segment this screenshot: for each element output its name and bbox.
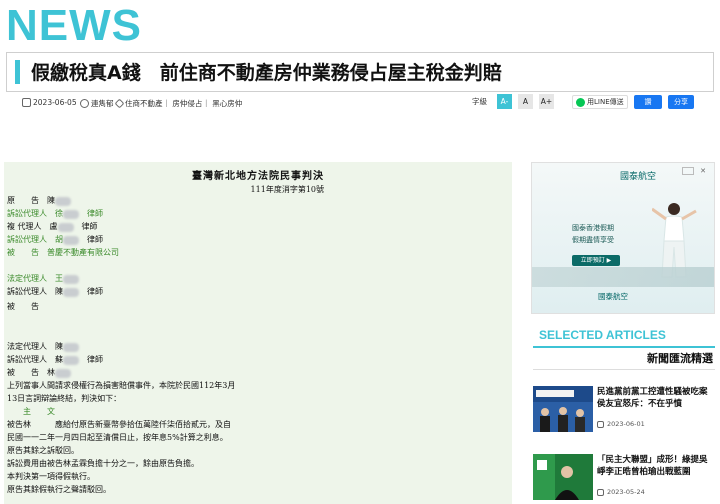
body-line: 訴訟費用由被告林孟霖負擔十分之一，餘由原告負擔。: [7, 459, 199, 468]
body-line: 主 文: [7, 407, 55, 416]
tag-icon: [114, 98, 125, 109]
body-line: 被告林 應給付原告新臺幣參拾伍萬陸仟柒佰拾貳元，及自: [7, 420, 231, 429]
body-line: 本判決第一項得假執行。: [7, 472, 95, 481]
press-conference-image: [533, 386, 593, 432]
party-line: 訴訟代理人 胡 律師: [7, 235, 103, 245]
case-number: 111年度消字第10號: [250, 185, 324, 194]
body-line: 原告其餘之訴駁回。: [7, 446, 79, 455]
article-thumbnail[interactable]: [533, 454, 593, 500]
line-share-button[interactable]: 用LINE傳送: [572, 95, 628, 109]
article-meta: 2023-06-05 連雋郁 住商不動產｜ 房仲侵占｜ 黑心房仲 字級 A- A…: [6, 92, 714, 114]
article-title[interactable]: 民進黨前黨工控遭性騷被吃案 侯友宜怒斥：不在乎憤: [597, 386, 715, 410]
redaction: [57, 222, 74, 232]
court-judgment-image: 臺灣新北地方法院民事判決 111年度消字第10號 原 告 陳 訴訟代理人 徐 律…: [4, 162, 512, 504]
party-line: 訴訟代理人 蘇 律師: [7, 355, 103, 365]
redaction: [63, 342, 79, 352]
redaction: [63, 235, 79, 245]
ad-headline: 國泰香港假期: [572, 224, 614, 232]
redaction: [63, 274, 79, 284]
redaction: [55, 368, 71, 378]
headline-accent-bar: [15, 60, 20, 84]
redaction: [63, 355, 79, 365]
article-thumbnail[interactable]: [533, 386, 593, 432]
user-icon: [80, 99, 89, 108]
site-logo[interactable]: NEWS: [6, 4, 142, 48]
calendar-icon: [22, 98, 31, 107]
font-size-control: 字級 A- A A+: [472, 94, 554, 109]
article-tags[interactable]: 住商不動產｜ 房仲侵占｜ 黑心房仲: [114, 98, 242, 109]
facebook-share-button[interactable]: 分享: [668, 95, 694, 109]
politician-photo: [533, 454, 593, 500]
headline-box: 假繳稅真A錢 前住商不動產房仲業務侵占屋主稅金判賠: [6, 52, 714, 92]
font-larger-button[interactable]: A+: [539, 94, 554, 109]
ad-top-logo: 國泰航空: [620, 172, 657, 182]
font-normal-button[interactable]: A: [518, 94, 533, 109]
article-date: 2023-06-01: [597, 420, 645, 428]
ad-info-icon[interactable]: [682, 167, 694, 175]
party-line: 被 告 林: [7, 368, 71, 378]
party-line: 被 告 普慶不動產有限公司: [7, 248, 119, 257]
advertisement-banner[interactable]: 國泰航空 ✕ 國泰香港假期 假期盡情享受 立即預訂 ▶ 國泰航空: [531, 162, 715, 314]
section-divider: [533, 369, 715, 370]
article-card[interactable]: 「民主大聯盟」成形！綠提吳崢李正晧曾柏瑜出戰藍圍 2023-05-24: [533, 454, 715, 502]
calendar-icon: [597, 488, 604, 496]
redaction: [63, 209, 79, 219]
calendar-icon: [597, 420, 604, 428]
party-line: 法定代理人 陳: [7, 342, 79, 352]
party-line: 法定代理人 王: [7, 274, 79, 284]
party-line: 訴訟代理人 徐 律師: [7, 209, 103, 219]
publish-date: 2023-06-05: [22, 98, 77, 107]
section-divider: [533, 346, 715, 348]
ad-close-icon[interactable]: ✕: [698, 167, 708, 175]
ad-cta-button[interactable]: 立即預訂 ▶: [572, 255, 620, 266]
redaction: [55, 196, 71, 206]
party-line: 訴訟代理人 陳 律師: [7, 287, 103, 297]
body-line: 原告其餘假執行之聲請駁回。: [7, 485, 111, 494]
party-line: 原 告 陳: [7, 196, 71, 206]
facebook-like-button[interactable]: 讚: [634, 95, 662, 109]
party-line: 被 告: [7, 302, 39, 311]
ad-subheadline: 假期盡情享受: [572, 236, 614, 244]
selected-articles-subtitle: 新聞匯流精選: [647, 352, 713, 365]
selected-articles-title: SELECTED ARTICLES: [539, 328, 666, 342]
article-date: 2023-05-24: [597, 488, 645, 496]
article-title[interactable]: 「民主大聯盟」成形！綠提吳崢李正晧曾柏瑜出戰藍圍: [597, 454, 715, 478]
redaction: [63, 287, 79, 297]
font-smaller-button[interactable]: A-: [497, 94, 512, 109]
article-headline: 假繳稅真A錢 前住商不動產房仲業務侵占屋主稅金判賠: [31, 62, 502, 84]
ad-city-skyline: [532, 267, 714, 287]
party-line: 複 代理人 盧 律師: [7, 222, 98, 232]
article-card[interactable]: 民進黨前黨工控遭性騷被吃案 侯友宜怒斥：不在乎憤 2023-06-01: [533, 386, 715, 434]
line-icon: [576, 97, 585, 107]
body-line: 上列當事人間請求侵權行為損害賠償事件，本院於民國112年3月: [7, 381, 236, 390]
body-line: 13日言詞辯論終結，判決如下：: [7, 394, 122, 403]
judgment-title: 臺灣新北地方法院民事判決: [192, 171, 324, 182]
author[interactable]: 連雋郁: [80, 98, 114, 109]
body-line: 民國一一二年一月四日起至清償日止，按年息5%計算之利息。: [7, 433, 228, 442]
ad-brand-logo: 國泰航空: [598, 292, 628, 301]
